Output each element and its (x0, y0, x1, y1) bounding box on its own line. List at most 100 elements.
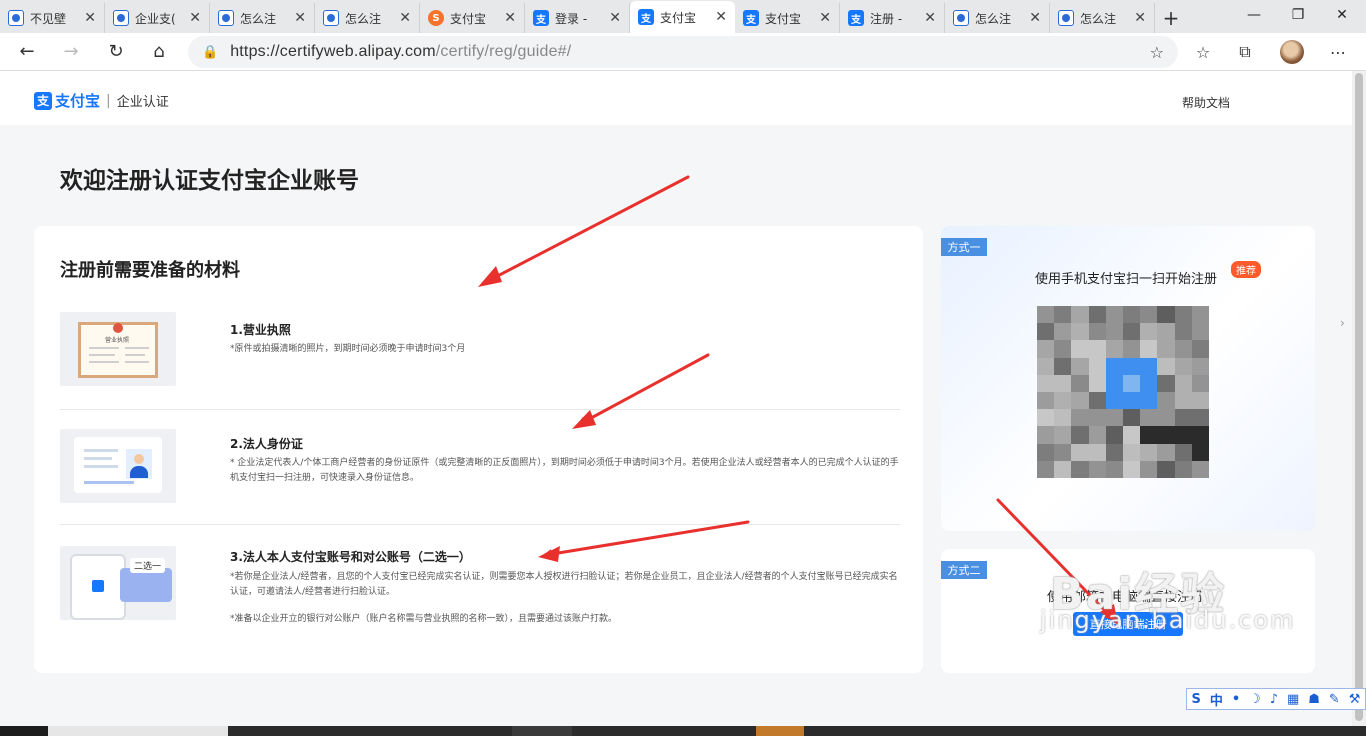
page-scrollbar[interactable] (1352, 71, 1366, 726)
tab-close-icon[interactable]: ✕ (819, 10, 831, 26)
logo-subtitle: 企业认证 (116, 95, 169, 110)
ime-item[interactable]: ♪ (1270, 692, 1278, 707)
tab-close-icon[interactable]: ✕ (1029, 10, 1041, 26)
address-bar[interactable]: 🔒 https://certifyweb.alipay.com/certify/… (188, 36, 1178, 68)
tab-strip: 不见壁 ✕ 企业支(✕ 怎么注 ✕ 怎么注 ✕ S 支付宝 ✕ 支登录 - ✕ 支支付宝 ✕ 支支付宝 ✕ 支… (0, 0, 1366, 33)
item-desc: *原件或拍摄清晰的照片，到期时间必须晚于申请时间3个月 (230, 344, 466, 354)
tab-close-icon[interactable]: ✕ (609, 10, 621, 26)
license-thumb-text: 营业执照 (105, 337, 130, 344)
browser-tab[interactable]: 支注册 - ✕ (840, 3, 945, 33)
tab-title: 怎么注 (975, 11, 1012, 26)
tab-close-icon[interactable]: ✕ (399, 10, 411, 26)
tab-title: 怎么注 (345, 11, 382, 26)
profile-avatar[interactable] (1274, 36, 1310, 68)
new-tab-button[interactable]: + (1155, 3, 1187, 33)
alipay-favicon-icon: 支 (743, 10, 759, 26)
favorites-icon[interactable]: ☆ (1185, 36, 1221, 68)
qr-register-card: 方式一 使用手机支付宝扫一扫开始注册 推荐 (941, 226, 1315, 531)
ime-item[interactable]: ☗ (1308, 692, 1320, 707)
ime-item[interactable]: ✎ (1329, 692, 1340, 707)
divider (60, 524, 900, 525)
alipay-favicon-icon: 支 (848, 10, 864, 26)
item-title: 1.营业执照 (230, 323, 291, 337)
material-item-account: 二选一 3.法人本人支付宝账号和对公账号（二选一） *若你是企业法人/经营者，且… (60, 546, 900, 656)
ime-item[interactable]: ▦ (1287, 692, 1299, 707)
browser-toolbar: ← → ↻ ⌂ 🔒 https://certifyweb.alipay.com/… (0, 33, 1366, 71)
alipay-logo-icon: 支 (34, 91, 52, 110)
baidu-favicon-icon (323, 10, 339, 26)
tab-title: 怎么注 (240, 11, 277, 26)
minimize-icon[interactable]: — (1232, 0, 1276, 30)
restore-icon[interactable]: ❐ (1276, 0, 1320, 30)
tab-title: 企业支( (135, 11, 176, 26)
divider (60, 409, 900, 410)
tab-close-icon[interactable]: ✕ (84, 10, 96, 26)
materials-title: 注册前需要准备的材料 (60, 260, 240, 281)
sogou-favicon-icon: S (428, 10, 444, 26)
browser-tab[interactable]: 怎么注 ✕ (945, 3, 1050, 33)
baidu-favicon-icon (8, 10, 24, 26)
item-title: 2.法人身份证 (230, 437, 303, 451)
browser-tab[interactable]: S 支付宝 ✕ (420, 3, 525, 33)
ime-toolbar[interactable]: S 中 • ☽ ♪ ▦ ☗ ✎ ⚒ (1186, 688, 1366, 710)
baidu-favicon-icon (1058, 10, 1074, 26)
ime-item[interactable]: • (1232, 692, 1240, 707)
ime-item[interactable]: ☽ (1249, 692, 1261, 707)
brand-name: 支付宝 (55, 92, 101, 110)
browser-tab[interactable]: 支支付宝 ✕ (630, 1, 735, 33)
browser-tab[interactable]: 怎么注 ✕ (315, 3, 420, 33)
tab-title: 注册 - (870, 11, 903, 26)
browser-tab[interactable]: 怎么注 ✕ (1050, 3, 1155, 33)
url-text: https://certifyweb.alipay.com/certify/re… (230, 43, 572, 60)
tab-title: 支付宝 (765, 11, 802, 26)
chevron-right-icon[interactable]: › (1340, 316, 1345, 330)
item-desc: * 企业法定代表人/个体工商户经营者的身份证原件（或完整清晰的正反面照片），到期… (230, 458, 899, 483)
alipay-favicon-icon: 支 (638, 9, 654, 25)
tab-title: 登录 - (555, 11, 588, 26)
tab-close-icon[interactable]: ✕ (189, 10, 201, 26)
browser-tab[interactable]: 支登录 - ✕ (525, 3, 630, 33)
tab-close-icon[interactable]: ✕ (924, 10, 936, 26)
person-icon (126, 449, 152, 479)
baidu-favicon-icon (218, 10, 234, 26)
logo-separator: | (106, 92, 111, 109)
ime-item[interactable]: S (1191, 692, 1200, 707)
recommend-tag: 推荐 (1231, 261, 1261, 278)
item-desc-2: *准备以企业开立的银行对公账户（账户名称需与营业执照的名称一致），且需要通过该账… (230, 614, 618, 624)
tab-close-icon[interactable]: ✕ (504, 10, 516, 26)
qr-code[interactable] (1037, 306, 1209, 478)
back-icon[interactable]: ← (8, 36, 46, 68)
more-menu-icon[interactable]: ⋯ (1320, 36, 1356, 68)
browser-tab[interactable]: 不见壁 ✕ (0, 3, 105, 33)
help-docs-link[interactable]: 帮助文档 (1182, 94, 1230, 111)
item-desc: *若你是企业法人/经营者，且您的个人支付宝已经完成实名认证，则需要您本人授权进行… (230, 572, 898, 597)
idcard-thumbnail (60, 429, 176, 503)
site-logo[interactable]: 支 支付宝 | 企业认证 (34, 90, 169, 111)
tab-close-icon[interactable]: ✕ (1134, 10, 1146, 26)
tab-title: 怎么注 (1080, 11, 1117, 26)
lock-icon[interactable]: 🔒 (202, 45, 218, 60)
tab-close-icon[interactable]: ✕ (715, 9, 727, 25)
tab-title: 不见壁 (30, 11, 67, 26)
home-icon[interactable]: ⌂ (140, 36, 178, 68)
materials-card: 注册前需要准备的材料 营业执照 1.营业执照 *原件或拍摄清晰的照片，到期时间必… (34, 226, 923, 673)
baidu-favicon-icon (113, 10, 129, 26)
collections-icon[interactable]: ⧉ (1227, 36, 1263, 68)
license-thumbnail: 营业执照 (60, 312, 176, 386)
tab-title: 支付宝 (660, 10, 697, 25)
account-thumbnail: 二选一 (60, 546, 176, 620)
add-favorite-icon[interactable]: ☆ (1150, 43, 1164, 62)
baidu-watermark-url: jingyan.baidu.com (1040, 606, 1296, 634)
browser-tab[interactable]: 企业支( ✕ (105, 3, 210, 33)
browser-tab[interactable]: 怎么注 ✕ (210, 3, 315, 33)
alipay-favicon-icon: 支 (533, 10, 549, 26)
browser-tab[interactable]: 支支付宝 ✕ (735, 3, 840, 33)
item-title: 3.法人本人支付宝账号和对公账号（二选一） (230, 550, 471, 564)
tab-close-icon[interactable]: ✕ (294, 10, 306, 26)
refresh-icon[interactable]: ↻ (97, 36, 135, 68)
ime-item[interactable]: ⚒ (1349, 692, 1361, 707)
window-close-icon[interactable]: ✕ (1320, 0, 1364, 30)
forward-icon[interactable]: → (52, 36, 90, 68)
choose-one-tag: 二选一 (130, 558, 166, 573)
ime-item[interactable]: 中 (1210, 690, 1223, 709)
